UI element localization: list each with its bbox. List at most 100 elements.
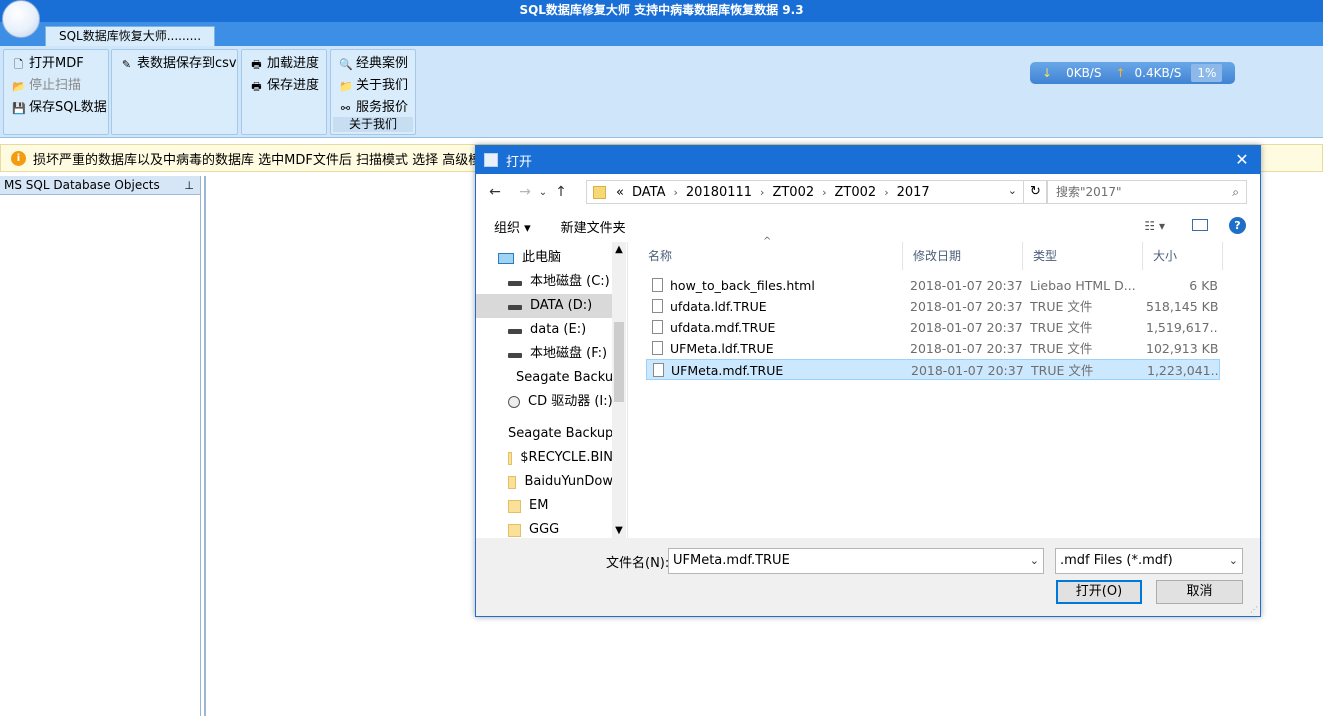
open-button[interactable]: 打开(O) (1056, 580, 1142, 604)
tree-item-this-pc[interactable]: 此电脑 (498, 246, 627, 270)
binoculars-icon: ⚯ (340, 101, 351, 115)
about-us-label: 关于我们 (356, 78, 409, 93)
chevron-right-icon[interactable]: › (756, 186, 768, 199)
chevron-right-icon[interactable]: › (880, 186, 892, 199)
column-size[interactable]: 大小 (1143, 242, 1223, 270)
tree-item-label: $RECYCLE.BIN (520, 450, 613, 465)
recent-dropdown-icon[interactable]: ⌄ (536, 187, 550, 198)
file-row[interactable]: how_to_back_files.html 2018-01-07 20:37 … (646, 275, 1220, 296)
tree-scrollbar[interactable]: ▲ ▼ (612, 242, 626, 538)
up-arrow-icon[interactable]: ↑ (550, 184, 572, 200)
breadcrumb-zt002[interactable]: ZT002 (831, 185, 881, 200)
file-size: 518,145 KB (1146, 299, 1218, 314)
save-csv-button[interactable]: ✎ 表数据保存到csv (120, 54, 237, 74)
computer-icon (498, 252, 514, 264)
printer-icon: 🖶 (251, 79, 262, 93)
new-folder-button[interactable]: 新建文件夹 (561, 217, 626, 236)
refresh-icon[interactable]: ↻ (1024, 180, 1048, 204)
close-icon[interactable]: ✕ (1232, 150, 1252, 170)
file-name: how_to_back_files.html (670, 278, 815, 293)
preview-pane-icon[interactable] (1192, 219, 1208, 231)
column-type[interactable]: 类型 (1023, 242, 1143, 270)
tree-item-drive-f[interactable]: 本地磁盘 (F:) (508, 342, 613, 366)
tree-item-label: CD 驱动器 (I:) (528, 394, 613, 409)
resize-grip-icon[interactable]: ⋰ (1250, 605, 1258, 614)
filename-input[interactable]: UFMeta.mdf.TRUE ⌄ (668, 548, 1044, 574)
folder-icon (508, 451, 513, 465)
file-list: ^ 名称 修改日期 类型 大小 how_to_back_files.html 2… (638, 236, 1260, 538)
floppy-disk-icon: 💾 (12, 101, 26, 115)
tree-item-label: GGG (529, 522, 560, 537)
pin-icon[interactable]: ⊥ (184, 176, 194, 195)
chevron-down-icon[interactable]: ▼ (612, 525, 626, 536)
column-headers: ^ 名称 修改日期 类型 大小 (638, 236, 1223, 270)
load-progress-button[interactable]: 🖶 加载进度 (250, 54, 319, 74)
search-icon: ⌕ (1232, 185, 1239, 199)
save-sql-button[interactable]: 💾 保存SQL数据 (12, 98, 107, 118)
file-icon (652, 320, 663, 334)
view-options-icon[interactable]: ☷ ▾ (1144, 219, 1165, 233)
about-us-button[interactable]: 📁 关于我们 (339, 76, 408, 96)
file-row-selected[interactable]: UFMeta.mdf.TRUE 2018-01-07 20:37 TRUE 文件… (646, 359, 1220, 380)
breadcrumb-zt002[interactable]: ZT002 (768, 185, 818, 200)
tree-item-cd-drive[interactable]: CD 驱动器 (I:) (508, 390, 613, 414)
drive-icon (508, 280, 522, 286)
tree-item-label: 此电脑 (522, 250, 562, 265)
tree-item-drive-d[interactable]: DATA (D:) (476, 294, 613, 318)
file-row[interactable]: UFMeta.ldf.TRUE 2018-01-07 20:37 TRUE 文件… (646, 338, 1220, 359)
column-name[interactable]: 名称 (638, 242, 903, 270)
tree-item-drive-c[interactable]: 本地磁盘 (C:) (508, 270, 613, 294)
search-input[interactable]: 搜索"2017" ⌕ (1046, 180, 1247, 204)
ribbon-group-file: 🗋 打开MDF 📂 停止扫描 💾 保存SQL数据 (3, 49, 109, 135)
scrollbar-thumb[interactable] (614, 322, 624, 402)
tree-item-baiduyun[interactable]: BaiduYunDow (508, 470, 613, 494)
tree-item-seagate-backup-root[interactable]: Seagate Backup (500, 422, 613, 446)
pricing-label: 服务报价 (356, 100, 409, 115)
file-row[interactable]: ufdata.ldf.TRUE 2018-01-07 20:37 TRUE 文件… (646, 296, 1220, 317)
breadcrumb-data[interactable]: DATA (628, 185, 670, 200)
file-size: 102,913 KB (1146, 341, 1218, 356)
file-date: 2018-01-07 20:37 (910, 320, 1023, 335)
drive-icon (508, 328, 522, 334)
file-type-select[interactable]: .mdf Files (*.mdf) ⌄ (1055, 548, 1243, 574)
address-bar[interactable]: « DATA › 20180111 › ZT002 › ZT002 › 2017… (586, 180, 1024, 204)
chevron-right-icon[interactable]: › (669, 186, 681, 199)
tree-item-label: EM (529, 498, 549, 513)
column-date[interactable]: 修改日期 (903, 242, 1023, 270)
search-placeholder: 搜索"2017" (1056, 185, 1122, 199)
organize-menu[interactable]: 组织 ▾ (494, 217, 531, 236)
help-icon[interactable]: ? (1229, 217, 1246, 234)
stop-scan-button[interactable]: 📂 停止扫描 (12, 76, 81, 96)
file-date: 2018-01-07 20:37 (910, 341, 1023, 356)
stop-scan-label: 停止扫描 (29, 78, 82, 93)
panel-title: MS SQL Database Objects (4, 178, 160, 192)
file-row[interactable]: ufdata.mdf.TRUE 2018-01-07 20:37 TRUE 文件… (646, 317, 1220, 338)
info-icon: i (11, 150, 26, 166)
chevron-down-icon[interactable]: ⌄ (1229, 549, 1238, 573)
pricing-button[interactable]: ⚯ 服务报价 (339, 98, 408, 118)
chevron-down-icon[interactable]: ⌄ (1030, 549, 1039, 573)
chevron-up-icon[interactable]: ▲ (612, 244, 626, 255)
chevron-right-icon[interactable]: › (818, 186, 830, 199)
tree-item-ggg[interactable]: GGG (508, 518, 613, 538)
chevron-down-icon[interactable]: ⌄ (1008, 184, 1017, 197)
load-progress-label: 加载进度 (267, 56, 320, 71)
save-sql-label: 保存SQL数据 (29, 100, 107, 115)
breadcrumb-20180111[interactable]: 20180111 (682, 185, 756, 200)
tree-item-recycle-bin[interactable]: $RECYCLE.BIN (508, 446, 613, 470)
breadcrumb-overflow[interactable]: « (612, 185, 628, 200)
app-menu-orb[interactable] (2, 0, 40, 38)
forward-arrow-icon[interactable]: → (514, 184, 536, 200)
open-mdf-button[interactable]: 🗋 打开MDF (12, 54, 84, 74)
breadcrumb-2017[interactable]: 2017 (893, 185, 934, 200)
tree-item-em[interactable]: EM (508, 494, 613, 518)
save-progress-button[interactable]: 🖶 保存进度 (250, 76, 319, 96)
tree-item-drive-e[interactable]: data (E:) (508, 318, 613, 342)
drive-icon (508, 352, 522, 358)
cancel-button[interactable]: 取消 (1156, 580, 1243, 604)
cases-button[interactable]: 🔍 经典案例 (339, 54, 408, 74)
back-arrow-icon[interactable]: ← (484, 184, 506, 200)
tree-item-seagate-backup[interactable]: Seagate Backup (508, 366, 613, 390)
tab-sql-recovery[interactable]: SQL数据库恢复大师......... (45, 26, 215, 47)
info-text: 损坏严重的数据库以及中病毒的数据库 选中MDF文件后 扫描模式 选择 高级模式 (33, 152, 495, 168)
